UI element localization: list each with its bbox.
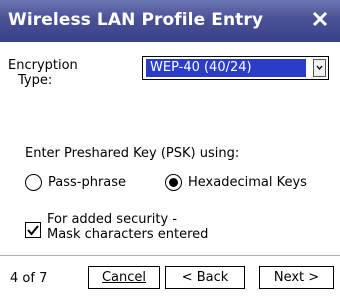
mask-characters-checkbox[interactable]	[25, 222, 41, 238]
mask-label-line1: For added security -	[47, 212, 178, 227]
psk-prompt: Enter Preshared Key (PSK) using:	[25, 146, 240, 161]
back-button[interactable]: < Back	[165, 266, 245, 289]
radio-pass-phrase-label: Pass-phrase	[48, 174, 127, 190]
page-indicator: 4 of 7	[10, 271, 48, 286]
mask-label-line2: Mask characters entered	[47, 227, 209, 242]
radio-circle[interactable]	[25, 173, 42, 191]
cancel-button[interactable]: Cancel	[88, 266, 160, 289]
dropdown-button[interactable]	[313, 59, 326, 77]
encryption-type-label: Encryption Type:	[8, 58, 78, 88]
title-bar: Wireless LAN Profile Entry	[0, 0, 340, 42]
radio-hexadecimal-keys[interactable]: Hexadecimal Keys	[165, 172, 307, 192]
encryption-label-line2: Type:	[18, 73, 53, 88]
radio-pass-phrase[interactable]: Pass-phrase	[25, 172, 126, 192]
chevron-down-icon	[316, 65, 323, 71]
encryption-label-line1: Encryption	[8, 58, 78, 73]
encryption-selected-value: WEP-40 (40/24)	[146, 59, 306, 77]
radio-circle[interactable]	[165, 173, 182, 191]
next-button-label: Next >	[273, 270, 320, 285]
checkmark-icon	[27, 225, 39, 236]
footer-divider	[0, 255, 340, 256]
window-title: Wireless LAN Profile Entry	[8, 10, 264, 30]
cancel-button-label: Cancel	[101, 270, 147, 285]
close-icon[interactable]	[311, 10, 329, 28]
mask-characters-label: For added security - Mask characters ent…	[47, 212, 267, 242]
next-button[interactable]: Next >	[259, 266, 334, 289]
radio-hexadecimal-label: Hexadecimal Keys	[188, 174, 307, 190]
encryption-type-select[interactable]: WEP-40 (40/24)	[142, 56, 329, 80]
radio-selected-dot	[169, 177, 178, 187]
back-button-label: < Back	[181, 270, 229, 285]
